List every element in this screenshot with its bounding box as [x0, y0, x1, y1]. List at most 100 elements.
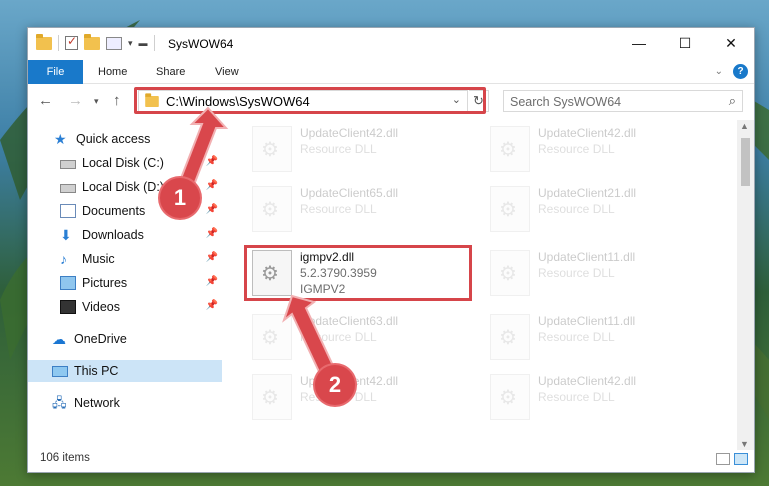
dll-file-icon: [490, 186, 530, 232]
dll-file-icon: [252, 186, 292, 232]
up-arrow-icon[interactable]: ↑: [113, 92, 121, 109]
tab-view[interactable]: View: [215, 60, 239, 84]
title-bar: ▾ ▬ SysWOW64 — ☐ ✕: [28, 28, 754, 60]
pin-icon: 📌: [205, 204, 218, 215]
drive-icon: [60, 184, 76, 193]
dll-file-icon: [490, 250, 530, 296]
divider: [58, 35, 59, 51]
forward-arrow-icon[interactable]: →: [68, 92, 83, 109]
step-badge-1: 1: [160, 178, 200, 218]
tab-share[interactable]: Share: [156, 60, 185, 84]
network-icon: 🖧: [52, 395, 67, 410]
chevron-down-icon[interactable]: ▾: [128, 38, 133, 49]
nav-item-label: Pictures: [82, 276, 128, 290]
nav-item-this-pc[interactable]: This PC: [28, 360, 222, 382]
downloads-icon: ⬇: [60, 227, 72, 243]
file-name: UpdateClient63.dll: [300, 314, 399, 328]
navigation-bar: ← → ▾ ↑ C:\Windows\SysWOW64 ⌄ ↻ Search S…: [28, 85, 754, 117]
file-type: Resource DLL: [538, 266, 615, 280]
new-folder-icon[interactable]: [84, 33, 100, 50]
file-tile[interactable]: UpdateClient11.dll Resource DLL: [486, 308, 706, 366]
file-tile[interactable]: UpdateClient42.dll Resource DLL: [486, 120, 706, 178]
file-type: Resource DLL: [538, 390, 615, 404]
file-name: UpdateClient21.dll: [538, 186, 637, 200]
tab-home[interactable]: Home: [98, 60, 127, 84]
dll-file-icon: [252, 126, 292, 172]
file-tile[interactable]: UpdateClient11.dll Resource DLL: [486, 244, 706, 302]
help-icon[interactable]: ?: [733, 64, 748, 79]
view-options-icon[interactable]: [106, 36, 122, 50]
file-name: UpdateClient65.dll: [300, 186, 399, 200]
nav-item-network[interactable]: 🖧 Network: [28, 392, 222, 414]
documents-icon: [60, 204, 76, 218]
nav-item-quick-access[interactable]: ★ Quick access: [28, 128, 222, 150]
scroll-up-icon[interactable]: ▲: [740, 121, 749, 131]
scrollbar-thumb[interactable]: [741, 138, 750, 186]
minimize-button[interactable]: —: [616, 28, 662, 58]
tiles-view-icon[interactable]: [734, 453, 748, 465]
nav-item-pictures[interactable]: Pictures 📌: [28, 272, 222, 294]
tab-file[interactable]: File: [28, 60, 83, 84]
nav-item-label: This PC: [74, 364, 119, 378]
item-count: 106 items: [40, 452, 90, 464]
view-buttons: [716, 453, 748, 465]
details-view-icon[interactable]: [716, 453, 730, 465]
file-type: Resource DLL: [538, 202, 615, 216]
close-button[interactable]: ✕: [708, 28, 754, 58]
nav-item-videos[interactable]: Videos 📌: [28, 296, 222, 318]
nav-item-music[interactable]: ♪ Music 📌: [28, 248, 222, 270]
divider: [153, 35, 155, 51]
music-icon: ♪: [60, 251, 67, 267]
nav-item-label: Network: [74, 396, 120, 410]
maximize-button[interactable]: ☐: [662, 28, 708, 58]
recent-locations-icon[interactable]: ▾: [94, 96, 99, 107]
file-highlight: [244, 245, 472, 301]
navigation-pane: ★ Quick access Local Disk (C:) 📌 Local D…: [28, 120, 222, 450]
ribbon-right-controls: ⌄ ?: [715, 64, 748, 79]
file-name: UpdateClient42.dll: [538, 374, 637, 388]
nav-item-label: Local Disk (C:): [82, 156, 164, 170]
file-tile[interactable]: UpdateClient21.dll Resource DLL: [486, 180, 706, 238]
properties-check-icon[interactable]: [65, 34, 78, 50]
file-tile[interactable]: UpdateClient42.dll Resource DLL: [248, 368, 468, 426]
nav-item-downloads[interactable]: ⬇ Downloads 📌: [28, 224, 222, 246]
pin-icon: 📌: [205, 228, 218, 239]
this-pc-icon: [52, 365, 68, 377]
pin-icon: 📌: [205, 156, 218, 167]
file-tile[interactable]: UpdateClient42.dll Resource DLL: [486, 368, 706, 426]
nav-item-label: Documents: [82, 204, 146, 218]
nav-item-label: Videos: [82, 300, 120, 314]
dll-file-icon: [252, 314, 292, 360]
file-type: Resource DLL: [300, 202, 377, 216]
address-bar-highlight: [134, 87, 486, 114]
window-title: SysWOW64: [168, 37, 234, 51]
pin-icon: 📌: [205, 180, 218, 191]
folder-icon[interactable]: [36, 33, 52, 50]
status-bar: 106 items: [28, 448, 754, 472]
nav-item-onedrive[interactable]: ☁ OneDrive: [28, 328, 222, 350]
search-placeholder: Search SysWOW64: [510, 95, 622, 109]
videos-icon: [60, 300, 76, 314]
file-type: Resource DLL: [300, 142, 377, 156]
dll-file-icon: [490, 314, 530, 360]
nav-item-label: OneDrive: [74, 332, 127, 346]
customize-toolbar-icon[interactable]: ▬: [139, 38, 148, 48]
expand-ribbon-icon[interactable]: ⌄: [715, 66, 723, 77]
quick-access-toolbar: ▾ ▬: [36, 33, 155, 51]
back-arrow-icon[interactable]: ←: [38, 92, 53, 109]
dll-file-icon: [252, 374, 292, 420]
file-name: UpdateClient11.dll: [538, 250, 636, 264]
step-badge-2: 2: [315, 365, 355, 405]
file-type: Resource DLL: [538, 142, 615, 156]
pin-icon: 📌: [205, 252, 218, 263]
search-icon: ⌕: [728, 93, 736, 108]
file-tile[interactable]: UpdateClient42.dll Resource DLL: [248, 120, 468, 178]
file-type: Resource DLL: [300, 330, 377, 344]
file-tile[interactable]: UpdateClient63.dll Resource DLL: [248, 308, 468, 366]
file-tile[interactable]: UpdateClient65.dll Resource DLL: [248, 180, 468, 238]
search-input[interactable]: Search SysWOW64 ⌕: [503, 90, 743, 112]
nav-item-local-disk-c[interactable]: Local Disk (C:) 📌: [28, 152, 222, 174]
file-name: UpdateClient42.dll: [538, 126, 637, 140]
file-type: Resource DLL: [538, 330, 615, 344]
vertical-scrollbar[interactable]: ▲ ▼: [737, 120, 754, 450]
